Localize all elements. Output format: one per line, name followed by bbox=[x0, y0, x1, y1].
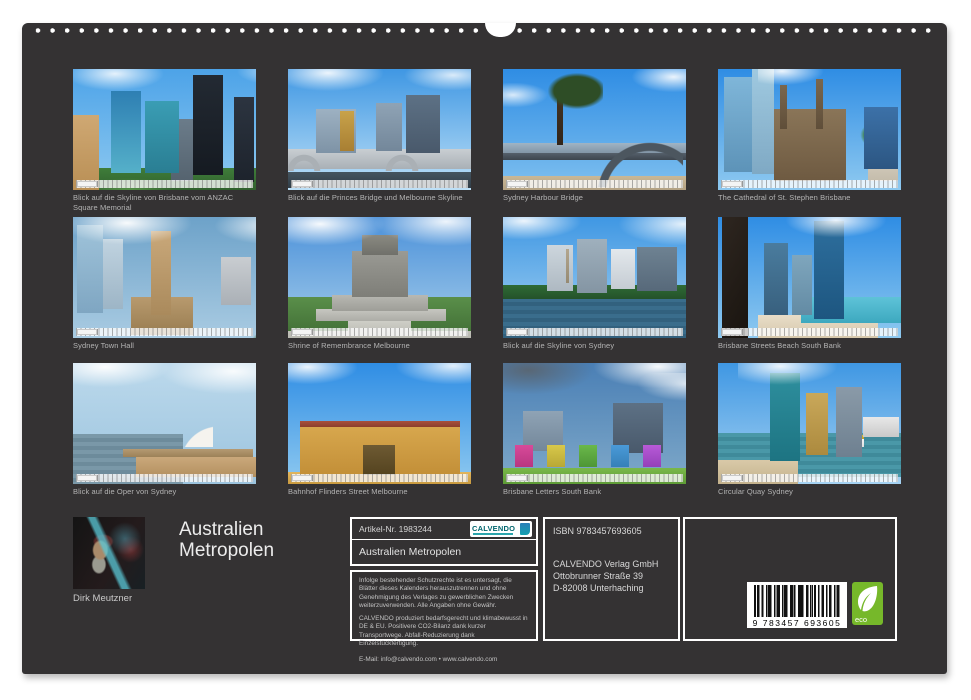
legal-paragraph: CALVENDO produziert bedarfsgerecht und k… bbox=[359, 615, 529, 649]
photo-sydney-opera-house bbox=[73, 363, 256, 484]
thumb-caption: Sydney Town Hall bbox=[73, 341, 256, 351]
photo-circular-quay bbox=[718, 363, 901, 484]
article-row: Artikel-Nr. 1983244 CALVENDO bbox=[352, 519, 536, 540]
calendar-thumb: Blick auf die Skyline von Sydney bbox=[503, 217, 686, 363]
mini-calendar-strip bbox=[291, 474, 468, 482]
ean-barcode: 9 783457 693605 bbox=[747, 582, 847, 628]
barcode-digits: 9 783457 693605 bbox=[753, 618, 842, 628]
photo-brisbane-skyline-anzac bbox=[73, 69, 256, 190]
calendar-thumb: Blick auf die Skyline von Brisbane vom A… bbox=[73, 69, 256, 217]
calendar-thumb: Sydney Town Hall bbox=[73, 217, 256, 363]
photo-brisbane-letters bbox=[503, 363, 686, 484]
eco-badge: eco bbox=[852, 582, 883, 625]
photo-flinders-street-station bbox=[288, 363, 471, 484]
barcode-bars bbox=[754, 585, 840, 617]
thumb-caption: The Cathedral of St. Stephen Brisbane bbox=[718, 193, 901, 203]
calendar-title: Australien Metropolen bbox=[179, 520, 329, 562]
mini-calendar-strip bbox=[291, 180, 468, 188]
photo-sydney-town-hall bbox=[73, 217, 256, 338]
calendar-thumb: Sydney Harbour Bridge bbox=[503, 69, 686, 217]
leaf-icon bbox=[855, 585, 880, 613]
thumb-caption: Bahnhof Flinders Street Melbourne bbox=[288, 487, 471, 497]
calendar-thumb: Blick auf die Princes Bridge und Melbour… bbox=[288, 69, 471, 217]
calvendo-logo: CALVENDO bbox=[470, 521, 532, 537]
isbn-number: ISBN 9783457693605 bbox=[553, 526, 670, 536]
mini-calendar-strip bbox=[76, 328, 253, 336]
eco-label: eco bbox=[855, 616, 867, 624]
calendar-thumb: Circular Quay Sydney bbox=[718, 363, 901, 497]
mini-calendar-strip bbox=[506, 328, 683, 336]
mini-calendar-strip bbox=[506, 474, 683, 482]
calendar-thumb: The Cathedral of St. Stephen Brisbane bbox=[718, 69, 901, 217]
calendar-back-cover: Blick auf die Skyline von Brisbane vom A… bbox=[22, 23, 947, 674]
publisher-box: ISBN 9783457693605 CALVENDO Verlag GmbH … bbox=[543, 517, 680, 641]
publisher-city: D-82008 Unterhaching bbox=[553, 582, 670, 594]
legal-paragraph: Infolge bestehender Schutzrechte ist es … bbox=[359, 577, 529, 611]
product-title: Australien Metropolen bbox=[352, 540, 536, 564]
calendar-thumb: Bahnhof Flinders Street Melbourne bbox=[288, 363, 471, 497]
spiral-binding-holes bbox=[31, 26, 938, 35]
thumb-caption: Blick auf die Oper von Sydney bbox=[73, 487, 256, 497]
author-name: Dirk Meutzner bbox=[73, 593, 132, 604]
photo-sydney-skyline bbox=[503, 217, 686, 338]
calvendo-book-icon bbox=[520, 523, 530, 535]
mini-calendar-strip bbox=[721, 328, 898, 336]
article-number: Artikel-Nr. 1983244 bbox=[359, 524, 432, 534]
thumbnail-grid: Blick auf die Skyline von Brisbane vom A… bbox=[73, 69, 901, 497]
calvendo-tagline-bar bbox=[473, 533, 513, 536]
barcode-box: 9 783457 693605 eco bbox=[683, 517, 897, 641]
calendar-thumb: Shrine of Remembrance Melbourne bbox=[288, 217, 471, 363]
mini-calendar-strip bbox=[721, 180, 898, 188]
mini-calendar-strip bbox=[721, 474, 898, 482]
publisher-name: CALVENDO Verlag GmbH bbox=[553, 558, 670, 570]
photo-princes-bridge-melbourne bbox=[288, 69, 471, 190]
thumb-caption: Blick auf die Skyline von Brisbane vom A… bbox=[73, 193, 256, 213]
photo-shrine-of-remembrance bbox=[288, 217, 471, 338]
author-portrait bbox=[73, 517, 145, 589]
thumb-caption: Shrine of Remembrance Melbourne bbox=[288, 341, 471, 351]
thumb-caption: Blick auf die Princes Bridge und Melbour… bbox=[288, 193, 471, 203]
article-box: Artikel-Nr. 1983244 CALVENDO Australien … bbox=[350, 517, 538, 566]
photo-cathedral-st-stephen bbox=[718, 69, 901, 190]
thumb-caption: Blick auf die Skyline von Sydney bbox=[503, 341, 686, 351]
thumb-caption: Brisbane Streets Beach South Bank bbox=[718, 341, 901, 351]
calendar-thumb: Brisbane Letters South Bank bbox=[503, 363, 686, 497]
publisher-address: CALVENDO Verlag GmbH Ottobrunner Straße … bbox=[553, 558, 670, 594]
contact-line: E-Mail: info@calvendo.com • www.calvendo… bbox=[359, 656, 529, 664]
mini-calendar-strip bbox=[506, 180, 683, 188]
mini-calendar-strip bbox=[291, 328, 468, 336]
calendar-thumb: Brisbane Streets Beach South Bank bbox=[718, 217, 901, 363]
mini-calendar-strip bbox=[76, 474, 253, 482]
photo-streets-beach-south-bank bbox=[718, 217, 901, 338]
calendar-thumb: Blick auf die Oper von Sydney bbox=[73, 363, 256, 497]
photo-sydney-harbour-bridge bbox=[503, 69, 686, 190]
thumb-caption: Brisbane Letters South Bank bbox=[503, 487, 686, 497]
thumb-caption: Sydney Harbour Bridge bbox=[503, 193, 686, 203]
thumb-caption: Circular Quay Sydney bbox=[718, 487, 901, 497]
publisher-street: Ottobrunner Straße 39 bbox=[553, 570, 670, 582]
legal-box: Infolge bestehender Schutzrechte ist es … bbox=[350, 570, 538, 641]
mini-calendar-strip bbox=[76, 180, 253, 188]
